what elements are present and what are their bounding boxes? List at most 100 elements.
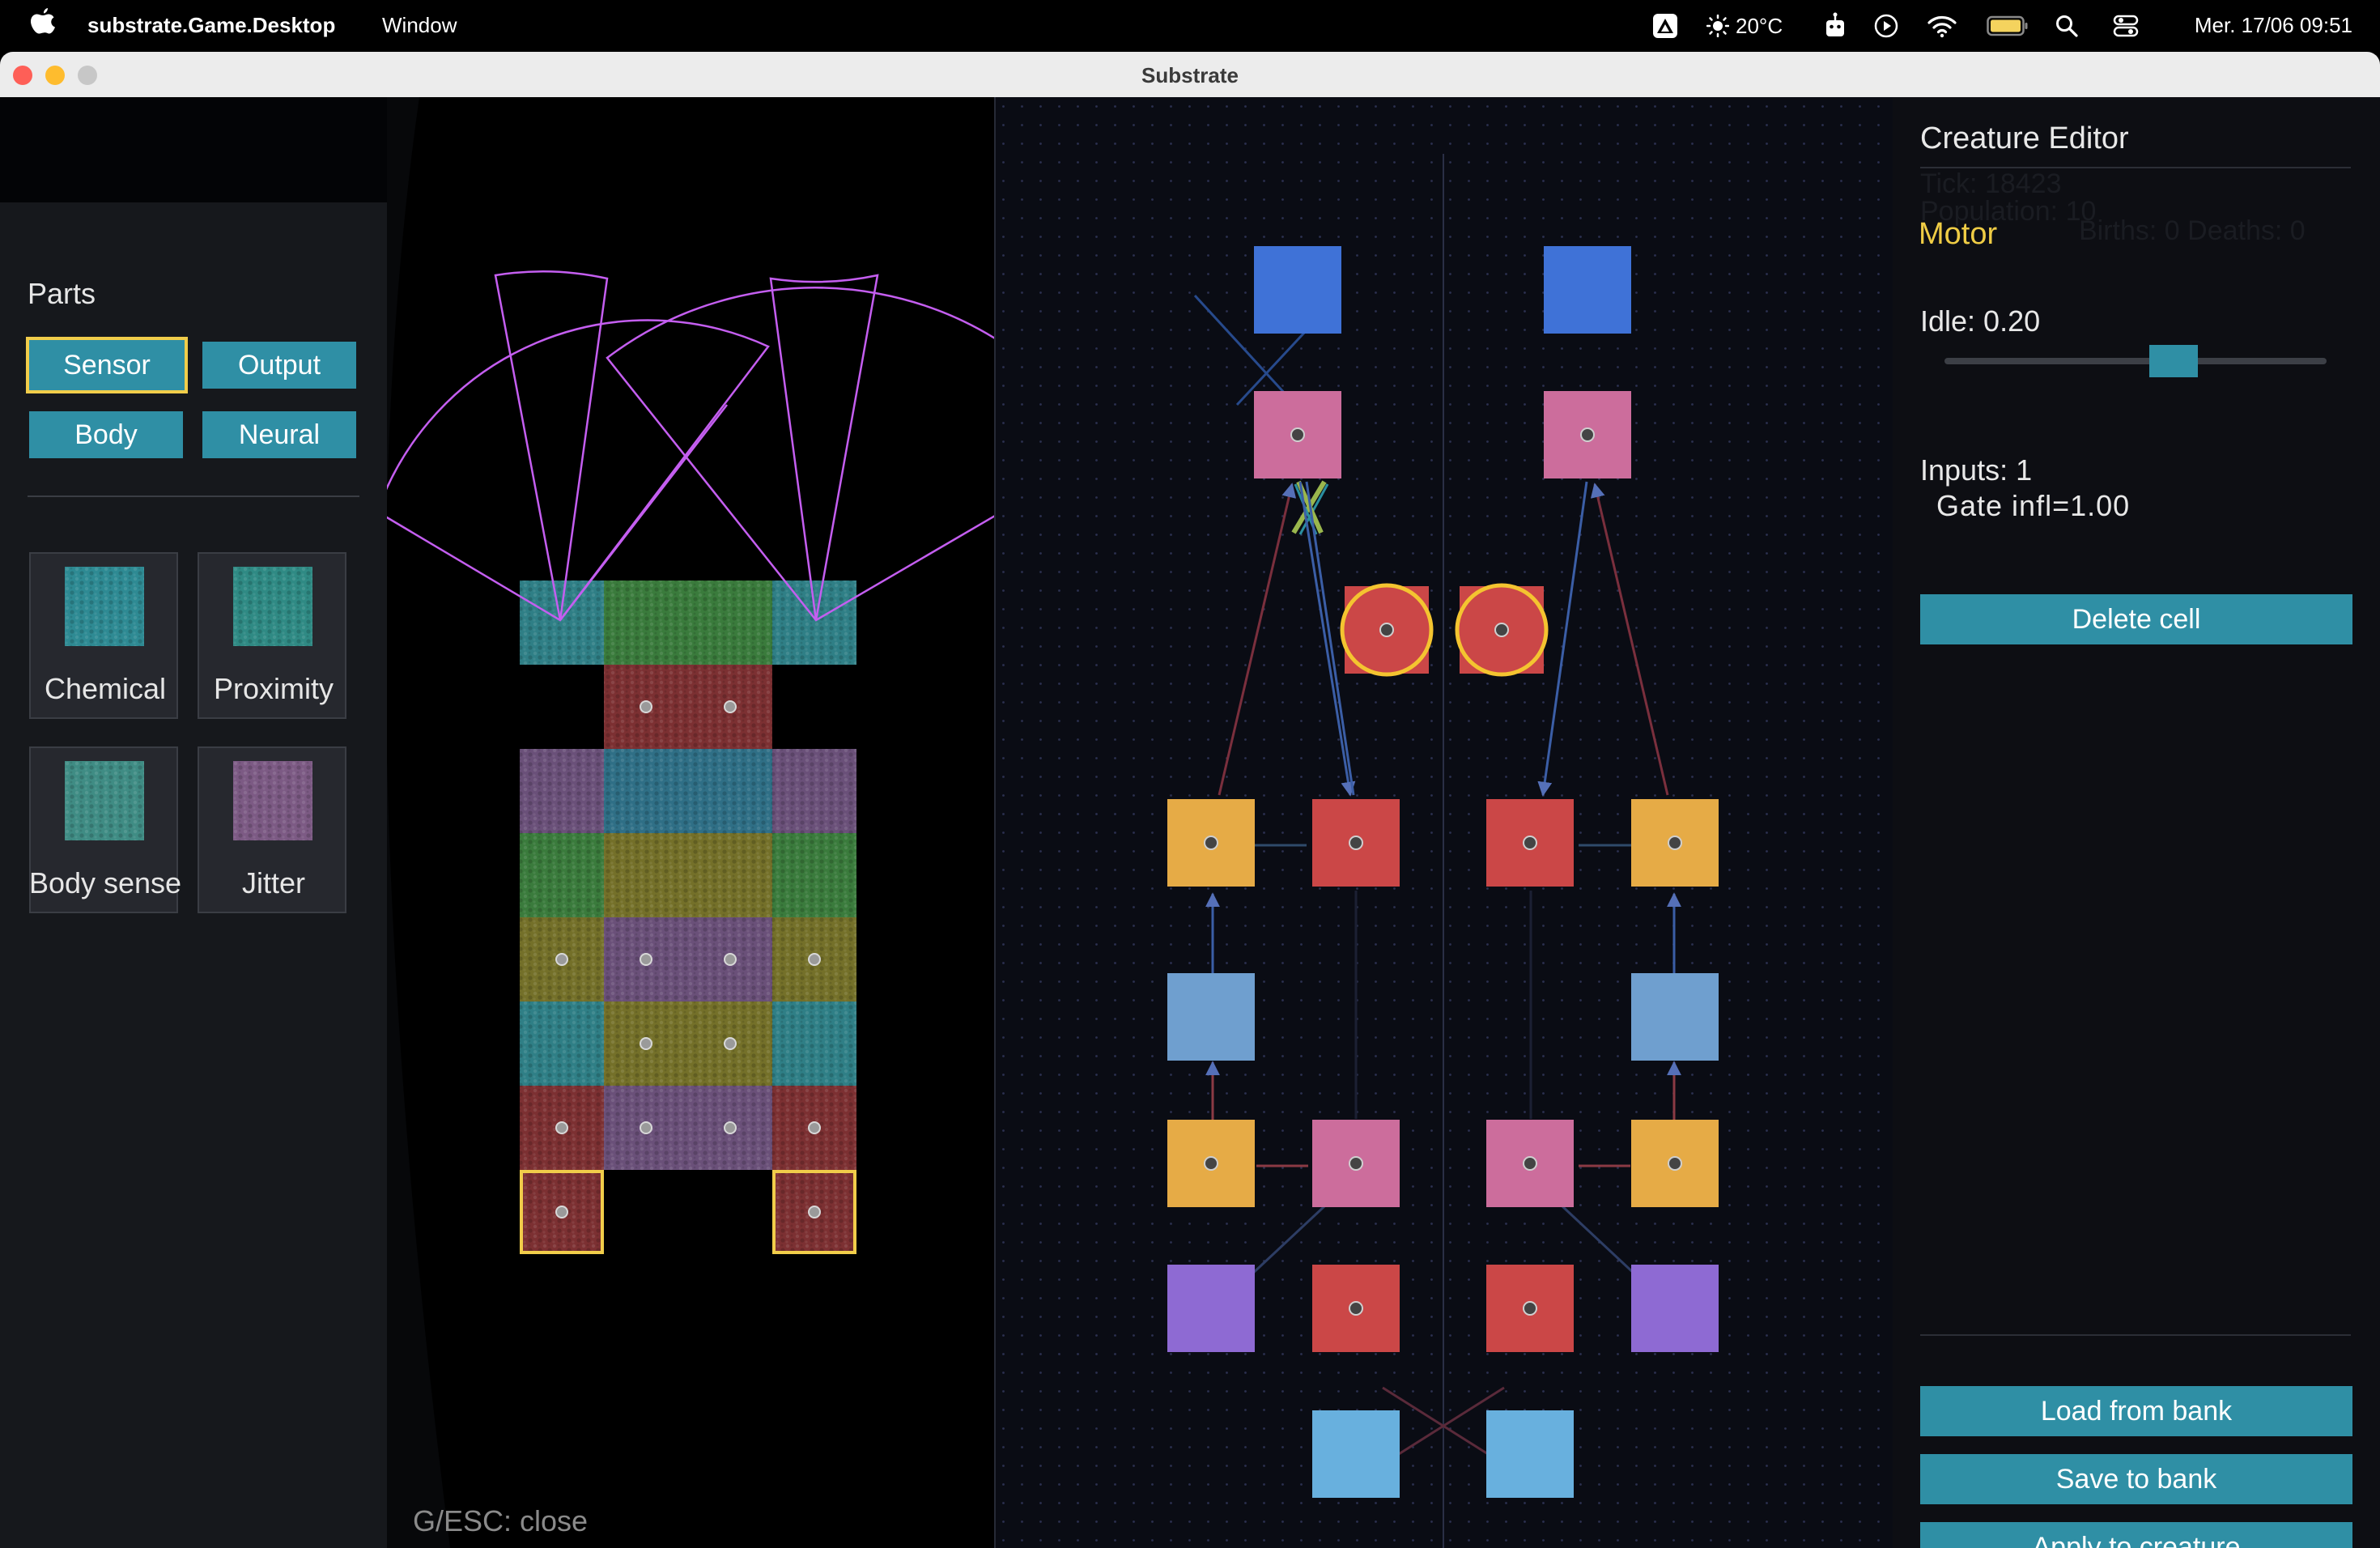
- body-cell[interactable]: [688, 917, 772, 1002]
- idle-slider-thumb[interactable]: [2149, 345, 2199, 377]
- neuron-core-dot: [1494, 623, 1509, 637]
- cell-core-dot: [640, 700, 652, 713]
- body-cell[interactable]: [520, 1002, 604, 1086]
- body-cell[interactable]: [520, 749, 604, 833]
- neuron-orange[interactable]: [1167, 799, 1255, 887]
- neuron-core-dot: [1290, 427, 1305, 442]
- right-sensor-fov: [606, 287, 994, 622]
- cell-core-dot: [808, 953, 821, 966]
- body-cell[interactable]: [520, 833, 604, 917]
- shadow-band: [387, 97, 450, 1548]
- body-cell[interactable]: [520, 1170, 604, 1254]
- body-cell[interactable]: [604, 580, 688, 665]
- neuron-steel[interactable]: [1167, 973, 1255, 1061]
- part-tile-jitter[interactable]: Jitter: [198, 746, 346, 913]
- body-cell[interactable]: [520, 580, 604, 665]
- neuron-pink[interactable]: [1254, 391, 1341, 478]
- neuron-core-dot: [1349, 836, 1363, 850]
- body-cell[interactable]: [772, 580, 856, 665]
- idle-slider-track: [1944, 358, 2327, 364]
- neuron-orange[interactable]: [1167, 1120, 1255, 1207]
- body-cell[interactable]: [688, 1002, 772, 1086]
- body-cell[interactable]: [604, 917, 688, 1002]
- neuron-blue[interactable]: [1254, 246, 1341, 334]
- part-tile-proximity[interactable]: Proximity: [198, 552, 346, 719]
- body-cell[interactable]: [520, 1086, 604, 1170]
- part-label-proximity: Proximity: [213, 672, 334, 705]
- creature-body[interactable]: [520, 580, 856, 1254]
- category-button-body[interactable]: Body: [29, 411, 183, 458]
- body-cell[interactable]: [520, 917, 604, 1002]
- neuron-orange[interactable]: [1631, 799, 1719, 887]
- sun-icon: [1706, 15, 1729, 37]
- battery-icon[interactable]: [1987, 8, 2029, 44]
- body-cell[interactable]: [772, 1170, 856, 1254]
- part-tile-chemical[interactable]: Chemical: [29, 552, 178, 719]
- neuron-red[interactable]: [1486, 1265, 1574, 1352]
- body-cell[interactable]: [688, 665, 772, 749]
- category-button-sensor[interactable]: Sensor: [26, 337, 188, 393]
- parts-panel: Parts Sensor Output Body Neural Chemical…: [0, 97, 387, 1548]
- neuron-red[interactable]: [1486, 799, 1574, 887]
- part-tile-body-sense[interactable]: Body sense: [29, 746, 181, 913]
- drive-icon[interactable]: [1651, 8, 1679, 44]
- title-bar[interactable]: Substrate: [0, 52, 2380, 98]
- body-sense-swatch: [65, 761, 144, 840]
- body-cell[interactable]: [772, 1086, 856, 1170]
- motor-output-selected[interactable]: [1340, 583, 1434, 677]
- body-cell[interactable]: [604, 833, 688, 917]
- neuron-pink[interactable]: [1544, 391, 1631, 478]
- neuron-sky[interactable]: [1312, 1410, 1400, 1498]
- body-cell[interactable]: [604, 1086, 688, 1170]
- sensor-fov-arcs: [387, 270, 994, 622]
- motor-output-selected[interactable]: [1455, 583, 1549, 677]
- wifi-icon[interactable]: [1927, 8, 1957, 44]
- window-menu[interactable]: Window: [382, 13, 457, 38]
- apply-to-creature-button[interactable]: Apply to creature: [1920, 1522, 2352, 1548]
- body-cell[interactable]: [604, 1002, 688, 1086]
- control-center-icon[interactable]: [2113, 8, 2139, 44]
- save-to-bank-button[interactable]: Save to bank: [1920, 1454, 2352, 1504]
- body-cell[interactable]: [772, 749, 856, 833]
- neuron-blue[interactable]: [1544, 246, 1631, 334]
- body-cell[interactable]: [688, 1086, 772, 1170]
- category-button-neural[interactable]: Neural: [202, 411, 356, 458]
- left-sensor-fov: [387, 319, 770, 622]
- neuron-purple[interactable]: [1167, 1265, 1255, 1352]
- delete-cell-button[interactable]: Delete cell: [1920, 594, 2352, 644]
- play-icon[interactable]: [1873, 8, 1899, 44]
- neuron-core-dot: [1523, 1156, 1537, 1171]
- creature-viewport[interactable]: G/ESC: close: [387, 97, 994, 1548]
- cell-core-dot: [808, 1206, 821, 1218]
- neuron-steel[interactable]: [1631, 973, 1719, 1061]
- neuron-purple[interactable]: [1631, 1265, 1719, 1352]
- neuron-sky[interactable]: [1486, 1410, 1574, 1498]
- robot-icon[interactable]: [1823, 8, 1847, 44]
- search-icon[interactable]: [2055, 8, 2079, 44]
- body-cell[interactable]: [604, 665, 688, 749]
- body-cell[interactable]: [772, 1002, 856, 1086]
- body-cell[interactable]: [772, 833, 856, 917]
- app-menu[interactable]: substrate.Game.Desktop: [87, 13, 335, 38]
- apple-icon[interactable]: [29, 8, 57, 40]
- body-cell[interactable]: [688, 580, 772, 665]
- neuron-orange[interactable]: [1631, 1120, 1719, 1207]
- body-cell[interactable]: [604, 749, 688, 833]
- body-cell[interactable]: [688, 833, 772, 917]
- weather-widget[interactable]: 20°C: [1706, 8, 1783, 44]
- body-cell[interactable]: [688, 749, 772, 833]
- neuron-red[interactable]: [1312, 1265, 1400, 1352]
- cell-core-dot: [640, 1121, 652, 1134]
- neuron-pink[interactable]: [1312, 1120, 1400, 1207]
- load-from-bank-button[interactable]: Load from bank: [1920, 1386, 2352, 1436]
- category-button-output[interactable]: Output: [202, 342, 356, 389]
- neuron-core-dot: [1523, 836, 1537, 850]
- neuron-core-dot: [1204, 1156, 1218, 1171]
- cell-core-dot: [555, 1206, 568, 1218]
- idle-slider[interactable]: [1944, 345, 2327, 377]
- neuron-red[interactable]: [1312, 799, 1400, 887]
- body-cell[interactable]: [772, 917, 856, 1002]
- clock[interactable]: Mer. 17/06 09:51: [2195, 13, 2352, 38]
- neural-graph-viewport[interactable]: [994, 97, 1893, 1548]
- neuron-pink[interactable]: [1486, 1120, 1574, 1207]
